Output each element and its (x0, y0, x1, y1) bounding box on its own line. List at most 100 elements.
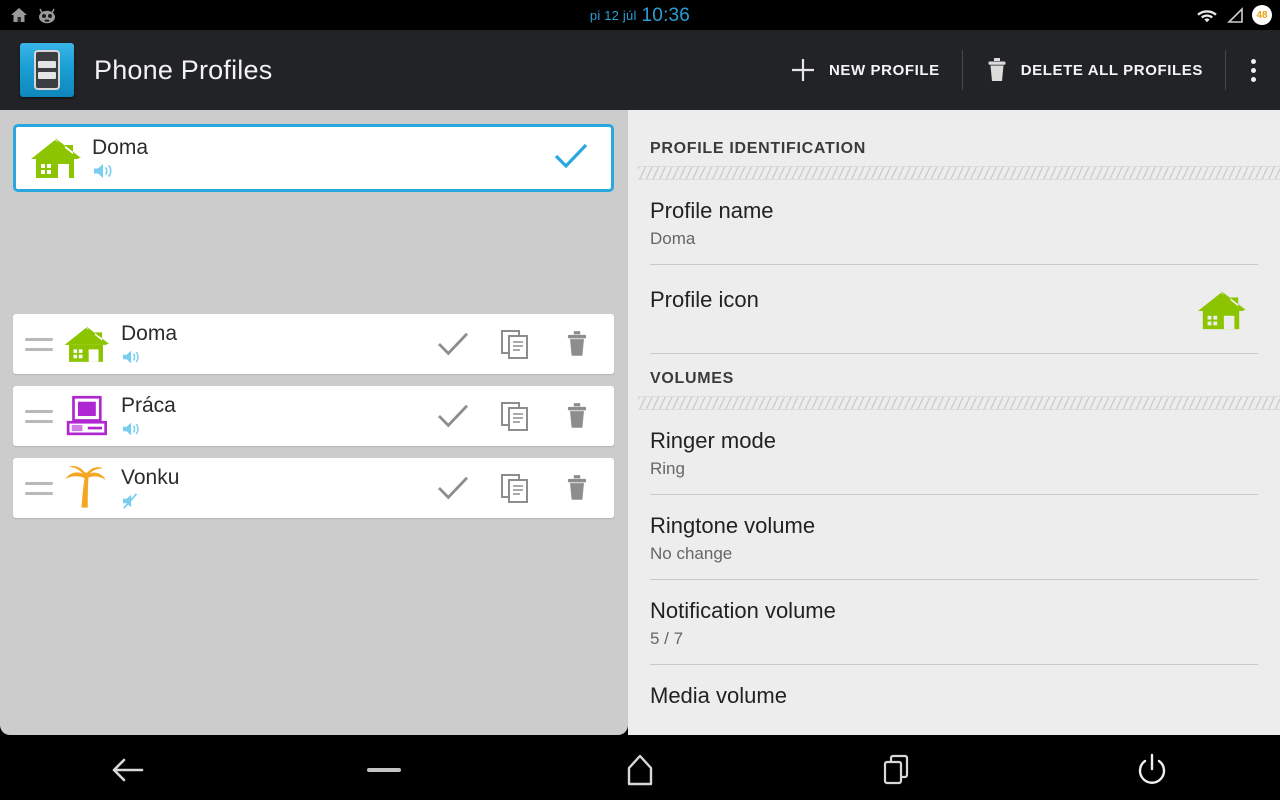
profile-name: Vonku (121, 466, 422, 490)
pref-title: Notification volume (650, 598, 1258, 624)
activate-profile-button[interactable] (422, 316, 484, 372)
plus-icon (789, 56, 817, 84)
status-bar: pi 12 júl 10:36 48 (0, 0, 1280, 30)
pref-media-volume[interactable]: Media volume (650, 665, 1258, 723)
new-profile-button[interactable]: NEW PROFILE (767, 42, 962, 98)
signal-icon (1226, 7, 1244, 24)
house-icon (61, 322, 111, 366)
back-button[interactable] (0, 740, 256, 800)
wifi-icon (1196, 7, 1218, 24)
section-divider (638, 396, 1280, 410)
profile-row-praca[interactable]: Práca (13, 386, 614, 446)
battery-indicator: 48 (1252, 5, 1272, 25)
pref-ringtone-volume[interactable]: Ringtone volume No change (650, 495, 1258, 580)
drag-handle-icon[interactable] (21, 482, 57, 495)
duplicate-profile-button[interactable] (484, 388, 546, 444)
delete-profile-button[interactable] (546, 388, 608, 444)
recents-button[interactable] (768, 740, 1024, 800)
pref-profile-name[interactable]: Profile name Doma (650, 180, 1258, 265)
house-icon (1194, 287, 1248, 333)
section-divider (638, 166, 1280, 180)
copy-icon (500, 400, 530, 432)
back-icon (108, 754, 148, 786)
delete-profile-button[interactable] (546, 316, 608, 372)
home-icon (623, 752, 657, 788)
hide-navbar-icon (367, 768, 401, 772)
delete-all-profiles-label: DELETE ALL PROFILES (1021, 62, 1203, 79)
profile-labels: Práca (121, 394, 422, 439)
duplicate-profile-button[interactable] (484, 316, 546, 372)
sound-on-icon (121, 420, 143, 438)
house-icon (27, 134, 83, 182)
delete-all-profiles-button[interactable]: DELETE ALL PROFILES (963, 42, 1225, 98)
activate-profile-button[interactable] (422, 460, 484, 516)
main-content: Doma (0, 110, 1280, 740)
drag-handle-icon[interactable] (21, 338, 57, 351)
trash-icon (985, 56, 1009, 84)
pref-icon-preview (1194, 287, 1258, 333)
profile-row-actions (422, 388, 608, 444)
pref-ringer-mode[interactable]: Ringer mode Ring (650, 410, 1258, 495)
overflow-menu-icon[interactable] (1226, 42, 1280, 98)
activate-profile-button[interactable] (422, 388, 484, 444)
sound-on-icon (92, 161, 116, 181)
profile-row-actions (422, 316, 608, 372)
pref-summary: Ring (650, 458, 1258, 480)
profile-sound-state (121, 419, 422, 439)
power-icon (1135, 752, 1169, 788)
profile-labels: Doma (121, 322, 422, 367)
navigation-bar (0, 740, 1280, 800)
delete-profile-button[interactable] (546, 460, 608, 516)
profile-icon (57, 322, 115, 366)
drag-handle-icon[interactable] (21, 410, 57, 423)
check-icon (436, 330, 470, 358)
active-profile-labels: Doma (92, 136, 553, 181)
sound-off-icon (121, 492, 143, 510)
profile-row-doma[interactable]: Doma (13, 314, 614, 374)
active-profile-sound-state (92, 161, 553, 181)
hide-navbar-button[interactable] (256, 740, 512, 800)
home-button[interactable] (512, 740, 768, 800)
profile-detail-pane: PROFILE IDENTIFICATION Profile name Doma… (628, 110, 1280, 735)
status-bar-clock: pi 12 júl 10:36 (0, 0, 1280, 30)
pref-summary: 5 / 7 (650, 628, 1258, 650)
trash-icon (564, 329, 590, 359)
profile-row-vonku[interactable]: Vonku (13, 458, 614, 518)
profile-labels: Vonku (121, 466, 422, 511)
copy-icon (500, 328, 530, 360)
new-profile-label: NEW PROFILE (829, 62, 940, 79)
section-header-volumes: VOLUMES (628, 370, 1280, 396)
profile-sound-state (121, 491, 422, 511)
pref-title: Ringer mode (650, 428, 1258, 454)
pref-title: Media volume (650, 683, 1258, 709)
computer-icon (61, 394, 111, 438)
active-profile-card[interactable]: Doma (13, 124, 614, 192)
section-header-profile-identification: PROFILE IDENTIFICATION (628, 140, 1280, 166)
pref-notification-volume[interactable]: Notification volume 5 / 7 (650, 580, 1258, 665)
sound-on-icon (121, 348, 143, 366)
copy-icon (500, 472, 530, 504)
app-title: Phone Profiles (94, 55, 272, 86)
pref-summary: No change (650, 543, 1258, 565)
profile-list-pane: Doma (0, 110, 628, 735)
profile-row-actions (422, 460, 608, 516)
pref-summary: Doma (650, 228, 1258, 250)
status-bar-right-icons: 48 (1196, 0, 1272, 30)
power-button[interactable] (1024, 740, 1280, 800)
status-bar-time: 10:36 (642, 6, 691, 25)
palm-tree-icon (61, 464, 111, 512)
active-profile-check-icon (553, 141, 589, 176)
pref-title: Profile icon (650, 287, 1194, 313)
phone-glyph (34, 50, 60, 90)
profile-sound-state (121, 347, 422, 367)
duplicate-profile-button[interactable] (484, 460, 546, 516)
trash-icon (564, 401, 590, 431)
active-profile-icon (24, 134, 86, 182)
pref-profile-icon[interactable]: Profile icon (650, 265, 1258, 354)
battery-percent: 48 (1256, 10, 1267, 21)
app-icon (20, 43, 74, 97)
active-profile-name: Doma (92, 136, 553, 160)
status-bar-date: pi 12 júl (590, 6, 637, 25)
check-icon (436, 402, 470, 430)
profile-name: Doma (121, 322, 422, 346)
